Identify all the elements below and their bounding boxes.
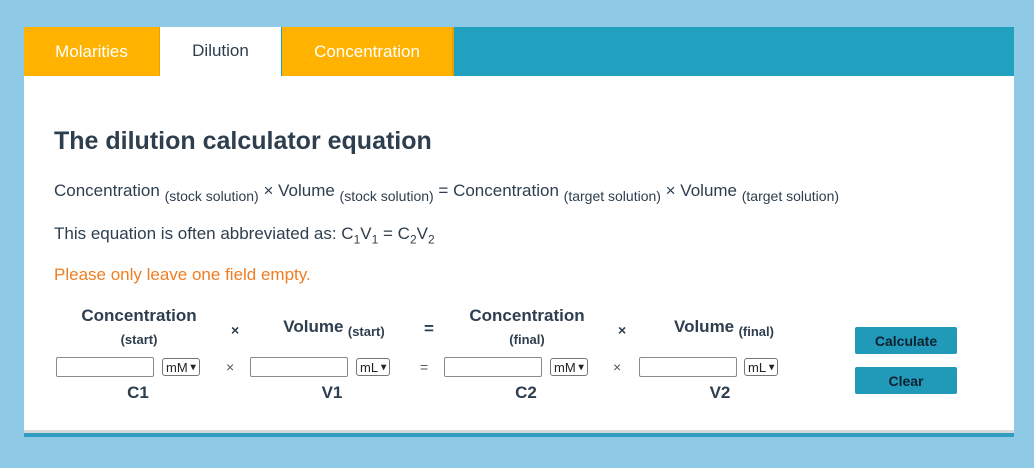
tab-dilution-label: Dilution [192,41,249,60]
eq-sub-2: (stock solution) [339,188,434,204]
row-times-1: × [226,359,235,375]
abbr-v2-sub: 2 [427,232,435,247]
abbr-equals: = [378,224,398,243]
header-times-1: × [231,322,240,338]
v1-input[interactable] [250,357,348,377]
eq-text-3: = Concentration [433,181,564,200]
clear-button[interactable]: Clear [855,367,957,394]
c1-input[interactable] [56,357,154,377]
label-v2: V2 [709,383,731,402]
dilution-card: Molarities Dilution Concentration The di… [24,27,1014,437]
abbr-c2: C [397,224,410,243]
chevron-down-icon: ▾ [381,361,387,373]
header-c1: Concentration (start) [64,306,214,347]
label-v1: V1 [321,383,343,402]
eq-text-2: × Volume [258,181,340,200]
tab-dilution[interactable]: Dilution [160,27,281,79]
eq-sub-1: (stock solution) [164,188,259,204]
v2-unit-select[interactable]: mL ▾ [744,358,779,376]
label-c2: C2 [515,383,537,402]
label-c1: C1 [127,383,149,402]
eq-text-1: Concentration [54,181,165,200]
abbr-c2-sub: 2 [409,232,417,247]
chevron-down-icon: ▾ [578,361,584,373]
abbreviation-line: This equation is often abbreviated as: C… [54,224,435,246]
v2-unit-value: mL [748,359,767,375]
chevron-down-icon: ▾ [769,361,775,373]
header-v2-title: Volume [674,317,735,336]
dilution-equation: Concentration (stock solution) × Volume … [54,181,840,204]
header-times-2: × [618,322,627,338]
c1-unit-select[interactable]: mM ▾ [162,358,200,376]
calculate-button[interactable]: Calculate [855,327,957,354]
tab-concentration[interactable]: Concentration [282,27,454,76]
row-times-2: × [613,359,622,375]
header-c1-title: Concentration [81,306,197,325]
bottom-divider [24,430,1014,437]
abbr-prefix: This equation is often abbreviated as: [54,224,342,243]
tab-bar: Molarities Dilution Concentration [24,27,1014,79]
eq-text-4: × Volume [660,181,742,200]
warning-message: Please only leave one field empty. [54,265,311,284]
header-v1: Volume (start) [264,317,404,339]
abbr-v2: V [416,224,428,243]
abbr-c1: C [341,224,354,243]
v1-unit-value: mL [360,359,379,375]
header-c2-title: Concentration [469,306,585,325]
header-c1-sub: (start) [120,332,158,347]
c2-unit-select[interactable]: mM ▾ [550,358,588,376]
header-v1-sub: (start) [347,324,385,339]
c2-unit-value: mM [554,359,576,375]
header-v1-title: Volume [283,317,344,336]
header-v2: Volume (final) [654,317,794,339]
row-equals: = [420,359,429,375]
tab-molarities[interactable]: Molarities [24,27,160,76]
v1-unit-select[interactable]: mL ▾ [356,358,391,376]
header-equals: = [424,319,434,338]
eq-sub-4: (target solution) [741,188,840,204]
c1-unit-value: mM [166,359,188,375]
header-c2-sub: (final) [509,332,545,347]
eq-sub-3: (target solution) [563,188,661,204]
chevron-down-icon: ▾ [190,361,196,373]
page-title: The dilution calculator equation [54,127,432,155]
header-c2: Concentration (final) [452,306,602,347]
abbr-v1: V [360,224,372,243]
v2-input[interactable] [639,357,737,377]
tab-concentration-label: Concentration [314,41,420,61]
header-v2-sub: (final) [738,324,774,339]
c2-input[interactable] [444,357,542,377]
tab-molarities-label: Molarities [55,41,128,61]
